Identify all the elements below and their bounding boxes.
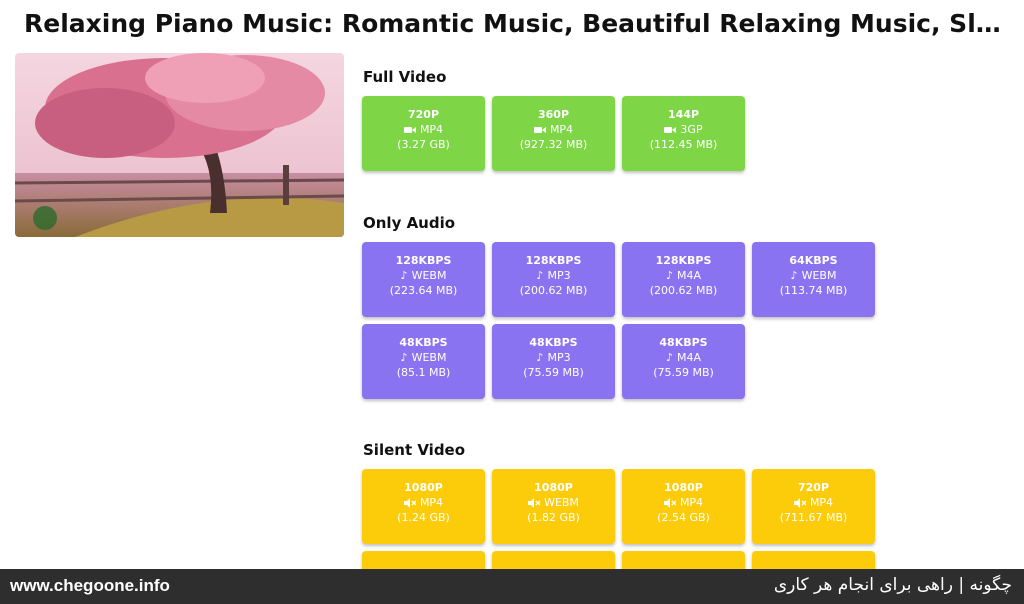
music-note-icon: ♪: [400, 269, 408, 282]
section-title-silent-video: Silent Video: [363, 441, 466, 459]
download-button[interactable]: 144P 3GP (112.45 MB): [622, 96, 745, 171]
download-button[interactable]: 1080P MP4 (2.54 GB): [622, 469, 745, 544]
size-label: (200.62 MB): [519, 284, 588, 297]
quality-label: 360P: [537, 108, 570, 121]
quality-label: 128KBPS: [655, 254, 712, 267]
size-label: (223.64 MB): [389, 284, 458, 297]
footer-tagline: چگونه | راهی برای انجام هر کاری: [773, 575, 1012, 595]
size-label: (75.59 MB): [653, 366, 714, 379]
format-label: 3GP: [680, 123, 703, 136]
size-label: (1.24 GB): [397, 511, 450, 524]
size-label: (200.62 MB): [649, 284, 718, 297]
download-button[interactable]: 1080P WEBM (1.82 GB): [492, 469, 615, 544]
format-label: MP4: [549, 123, 574, 136]
download-button[interactable]: 720P MP4 (711.67 MB): [752, 469, 875, 544]
quality-label: 48KBPS: [399, 336, 448, 349]
download-button[interactable]: 1080P MP4 (1.24 GB): [362, 469, 485, 544]
size-label: (2.54 GB): [657, 511, 710, 524]
size-label: (85.1 MB): [396, 366, 451, 379]
quality-label: 1080P: [404, 481, 443, 494]
video-camera-icon: [533, 126, 546, 133]
quality-label: 48KBPS: [529, 336, 578, 349]
format-label: MP4: [809, 496, 834, 509]
quality-label: 144P: [667, 108, 700, 121]
size-label: (1.82 GB): [527, 511, 580, 524]
video-thumbnail: [15, 53, 344, 237]
music-note-icon: ♪: [536, 351, 544, 364]
muted-speaker-icon: [528, 497, 541, 508]
watermark-footer: www.chegoone.info چگونه | راهی برای انجا…: [0, 569, 1024, 604]
format-label: MP3: [547, 351, 571, 364]
size-label: (927.32 MB): [519, 138, 588, 151]
format-label: M4A: [677, 269, 702, 282]
format-label: WEBM: [801, 269, 837, 282]
format-label: MP4: [679, 496, 704, 509]
download-button[interactable]: 720P MP4 (3.27 GB): [362, 96, 485, 171]
muted-speaker-icon: [663, 497, 676, 508]
quality-label: 720P: [797, 481, 830, 494]
format-label: WEBM: [411, 269, 447, 282]
quality-label: 128KBPS: [525, 254, 582, 267]
music-note-icon: ♪: [400, 351, 408, 364]
quality-label: 1080P: [534, 481, 573, 494]
muted-speaker-icon: [793, 497, 806, 508]
quality-label: 1080P: [664, 481, 703, 494]
download-button[interactable]: 64KBPS ♪ WEBM (113.74 MB): [752, 242, 875, 317]
format-label: MP3: [547, 269, 571, 282]
size-label: (112.45 MB): [649, 138, 718, 151]
format-label: M4A: [677, 351, 702, 364]
music-note-icon: ♪: [790, 269, 798, 282]
download-button[interactable]: 48KBPS ♪ WEBM (85.1 MB): [362, 324, 485, 399]
footer-site: www.chegoone.info: [10, 576, 170, 595]
video-title: Relaxing Piano Music: Romantic Music, Be…: [24, 9, 1014, 38]
size-label: (113.74 MB): [779, 284, 848, 297]
section-title-full-video: Full Video: [363, 68, 447, 86]
size-label: (75.59 MB): [523, 366, 584, 379]
download-button[interactable]: 128KBPS ♪ MP3 (200.62 MB): [492, 242, 615, 317]
quality-label: 48KBPS: [659, 336, 708, 349]
download-button[interactable]: 360P MP4 (927.32 MB): [492, 96, 615, 171]
size-label: (3.27 GB): [397, 138, 450, 151]
format-label: MP4: [419, 496, 444, 509]
download-button[interactable]: 128KBPS ♪ M4A (200.62 MB): [622, 242, 745, 317]
music-note-icon: ♪: [536, 269, 544, 282]
quality-label: 720P: [407, 108, 440, 121]
section-title-only-audio: Only Audio: [363, 214, 456, 232]
format-label: WEBM: [544, 496, 579, 509]
music-note-icon: ♪: [665, 351, 673, 364]
size-label: (711.67 MB): [779, 511, 848, 524]
quality-label: 64KBPS: [789, 254, 838, 267]
download-button[interactable]: 48KBPS ♪ MP3 (75.59 MB): [492, 324, 615, 399]
format-label: WEBM: [411, 351, 447, 364]
quality-label: 128KBPS: [395, 254, 452, 267]
video-camera-icon: [403, 126, 416, 133]
download-button[interactable]: 128KBPS ♪ WEBM (223.64 MB): [362, 242, 485, 317]
format-label: MP4: [419, 123, 444, 136]
muted-speaker-icon: [403, 497, 416, 508]
music-note-icon: ♪: [665, 269, 673, 282]
download-button[interactable]: 48KBPS ♪ M4A (75.59 MB): [622, 324, 745, 399]
video-camera-icon: [664, 126, 677, 133]
